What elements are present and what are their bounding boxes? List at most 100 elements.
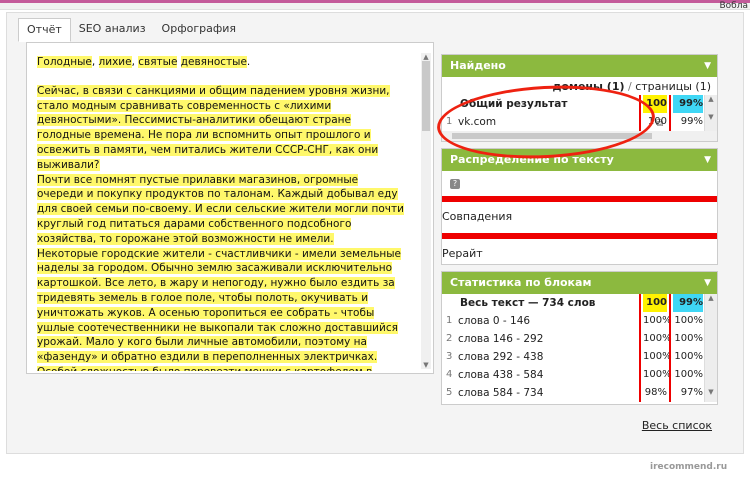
block-c1: 100%: [643, 333, 672, 344]
text-paragraph: Некоторые городские жители - счастливчик…: [37, 247, 407, 371]
links-separator: /: [628, 80, 632, 93]
results-sidebar: Найдено ▼ домены (1) / страницы (1) Общи…: [441, 54, 718, 432]
distribution-title: Распределение по тексту: [450, 153, 614, 166]
found-summary-c2: 99%: [673, 95, 703, 113]
scroll-thumb[interactable]: [422, 61, 430, 131]
found-grid-scrollbar[interactable]: ▲ ▼: [704, 95, 717, 131]
top-right-text: Вобла: [719, 1, 749, 11]
blocks-grid-scrollbar[interactable]: ▲ ▼: [704, 294, 717, 402]
collapse-icon[interactable]: ▼: [704, 149, 711, 171]
distribution-header[interactable]: Распределение по тексту ▼: [442, 149, 717, 171]
collapse-icon[interactable]: ▼: [704, 55, 711, 77]
tab-spelling[interactable]: Орфография: [154, 18, 244, 42]
rewrite-bar: [442, 233, 717, 239]
row-number: 2: [446, 333, 453, 344]
blocks-box: Статистика по блокам ▼ Весь текст — 734 …: [441, 271, 718, 405]
row-number: 1: [446, 315, 453, 326]
scroll-up-icon[interactable]: ▲: [421, 53, 431, 61]
block-c1: 100%: [643, 351, 672, 362]
collapse-icon[interactable]: ▼: [704, 272, 711, 294]
found-summary-c1: 100: [643, 95, 667, 113]
block-label: слова 438 - 584: [458, 369, 544, 381]
matches-bar: [442, 196, 717, 202]
found-row-c1: 100: [647, 116, 667, 127]
column-divider: [639, 294, 641, 402]
help-icon[interactable]: ?: [450, 179, 460, 189]
block-label: слова 584 - 734: [458, 387, 544, 399]
column-divider: [669, 294, 671, 402]
block-c2: 100%: [674, 333, 703, 344]
matches-label: Совпадения: [442, 210, 513, 223]
scroll-down-icon[interactable]: ▼: [421, 361, 431, 369]
block-c2: 100%: [674, 369, 703, 380]
found-box: Найдено ▼ домены (1) / страницы (1) Общи…: [441, 54, 718, 142]
highlighted-fragment: Голодные: [37, 56, 92, 68]
text-paragraph: Сейчас, в связи с санкциями и общим паде…: [37, 84, 407, 173]
block-c1: 98%: [644, 387, 667, 398]
block-c1: 100%: [643, 315, 672, 326]
tab-report[interactable]: Отчёт: [18, 18, 71, 42]
highlighted-fragment: Некоторые городские жители - счастливчик…: [37, 247, 401, 371]
block-row[interactable]: 4 слова 438 - 584 100% 100%: [442, 366, 717, 384]
blocks-summary-label: Весь текст — 734 слов: [460, 297, 596, 309]
highlighted-fragment: Сейчас, в связи с санкциями и общим паде…: [37, 84, 390, 171]
scroll-down-icon[interactable]: ▼: [705, 113, 717, 121]
block-row[interactable]: 1 слова 0 - 146 100% 100%: [442, 312, 717, 330]
top-accent-stripe: [0, 0, 750, 3]
tab-seo[interactable]: SEO анализ: [71, 18, 154, 42]
highlighted-fragment: святые: [138, 56, 178, 68]
text-scrollbar[interactable]: ▲ ▼: [421, 53, 431, 369]
domains-link[interactable]: домены (1): [553, 80, 625, 93]
found-header[interactable]: Найдено ▼: [442, 55, 717, 77]
found-hscroll[interactable]: [442, 131, 717, 141]
highlighted-fragment: ,: [91, 56, 99, 68]
row-number: 5: [446, 387, 453, 398]
highlighted-fragment: девяностые: [180, 56, 247, 68]
found-title: Найдено: [450, 59, 506, 72]
scroll-up-icon[interactable]: ▲: [705, 294, 717, 302]
blocks-grid: Весь текст — 734 слов 100 99% 1 слова 0 …: [442, 294, 717, 404]
domain-label[interactable]: vk.com: [458, 113, 496, 131]
block-row[interactable]: 3 слова 292 - 438 100% 100%: [442, 348, 717, 366]
text-paragraph: Голодные, лихие, святые девяностые.: [37, 55, 407, 70]
found-summary-label: Общий результат: [460, 98, 568, 110]
block-label: слова 146 - 292: [458, 333, 544, 345]
highlighted-fragment: лихие: [98, 56, 132, 68]
blocks-title: Статистика по блокам: [450, 276, 592, 289]
highlighted-fragment: .: [246, 56, 251, 68]
blocks-header[interactable]: Статистика по блокам ▼: [442, 272, 717, 294]
scroll-down-icon[interactable]: ▼: [705, 388, 717, 396]
row-number: 1: [446, 116, 453, 127]
block-label: слова 292 - 438: [458, 351, 544, 363]
blocks-summary-row: Весь текст — 734 слов 100 99%: [442, 294, 717, 312]
blocks-summary-c2: 99%: [673, 294, 703, 312]
found-summary-row: Общий результат 100 99%: [442, 95, 717, 113]
found-row-c2: 99%: [680, 116, 703, 127]
hscroll-thumb[interactable]: [452, 133, 652, 139]
found-row[interactable]: 1 vk.com ⧉ 100 99%: [442, 113, 717, 131]
block-c2: 97%: [680, 387, 703, 398]
block-row[interactable]: 5 слова 584 - 734 98% 97%: [442, 384, 717, 402]
column-divider: [639, 95, 641, 131]
block-c2: 100%: [674, 351, 703, 362]
text-panel: Голодные, лихие, святые девяностые. Сейча…: [26, 42, 434, 374]
found-grid: Общий результат 100 99% 1 vk.com ⧉ 100 9…: [442, 95, 717, 131]
checked-text-area[interactable]: Голодные, лихие, святые девяностые. Сейча…: [37, 55, 407, 371]
distribution-box: Распределение по тексту ▼ ? Совпадения Р…: [441, 148, 718, 265]
block-row[interactable]: 2 слова 146 - 292 100% 100%: [442, 330, 717, 348]
block-c1: 100%: [643, 369, 672, 380]
rewrite-label: Рерайт: [442, 247, 483, 260]
row-number: 4: [446, 369, 453, 380]
browser-top-bar: [0, 0, 750, 10]
all-list-link[interactable]: Весь список: [441, 411, 718, 432]
pages-link[interactable]: страницы (1): [635, 80, 711, 93]
block-label: слова 0 - 146: [458, 315, 531, 327]
found-links: домены (1) / страницы (1): [442, 77, 717, 95]
text-paragraph: Почти все помнят пустые прилавки магазин…: [37, 173, 407, 247]
block-c2: 100%: [674, 315, 703, 326]
blocks-summary-c1: 100: [643, 294, 667, 312]
column-divider: [669, 95, 671, 131]
highlighted-fragment: Почти все помнят пустые прилавки магазин…: [37, 173, 404, 245]
scroll-up-icon[interactable]: ▲: [705, 95, 717, 103]
tab-bar: Отчёт SEO анализ Орфография: [18, 18, 244, 42]
